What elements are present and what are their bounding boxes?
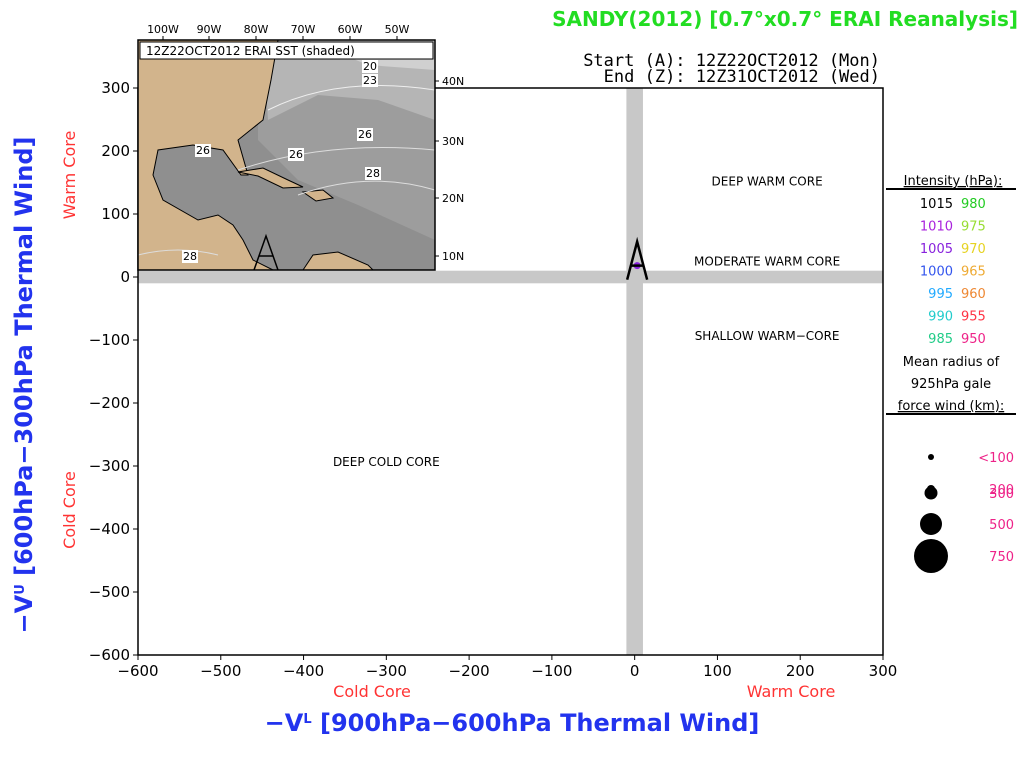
y-tick-label: 0 — [120, 268, 130, 286]
region-label: DEEP COLD CORE — [333, 455, 440, 469]
map-lat-label: 30N — [442, 135, 464, 148]
intensity-legend-item: 970 — [961, 242, 986, 257]
radius-legend-title: 925hPa gale — [911, 377, 991, 392]
intensity-legend-item: 1015 — [920, 197, 953, 212]
y-tick-label: 200 — [101, 142, 130, 160]
map-lat-label: 40N — [442, 75, 464, 88]
x-tick-label: −200 — [449, 662, 490, 680]
radius-legend-label: 500 — [989, 518, 1014, 533]
radius-legend-title: force wind (km): — [898, 399, 1004, 414]
radius-legend-dot — [928, 454, 934, 460]
end-label: End (Z): 12Z31OCT2012 (Wed) — [604, 67, 880, 87]
intensity-legend-item: 950 — [961, 332, 986, 347]
region-label: MODERATE WARM CORE — [694, 255, 840, 269]
x-tick-label: −400 — [283, 662, 324, 680]
radius-legend-label: 750 — [989, 550, 1014, 565]
x-warm-core-label: Warm Core — [747, 682, 836, 701]
region-label: SHALLOW WARM−CORE — [695, 329, 840, 343]
radius-legend-dot — [914, 539, 948, 573]
chart-title: SANDY(2012) [0.7°x0.7° ERAI Reanalysis] — [552, 7, 1018, 31]
x-tick-label: 100 — [703, 662, 732, 680]
contour-label: 20 — [363, 60, 377, 73]
intensity-legend-item: 965 — [961, 265, 986, 280]
y-tick-label: −200 — [89, 394, 130, 412]
y-tick-label: −600 — [89, 646, 130, 664]
map-lat-label: 10N — [442, 250, 464, 263]
region-label: DEEP WARM CORE — [712, 175, 823, 189]
radius-legend-label: 300 — [989, 487, 1014, 502]
intensity-legend-item: 980 — [961, 197, 986, 212]
map-lon-label: 70W — [291, 23, 316, 36]
x-tick-label: −600 — [117, 662, 158, 680]
y-cold-core-label: Cold Core — [60, 471, 79, 549]
intensity-legend-item: 955 — [961, 310, 986, 325]
x-tick-label: 200 — [786, 662, 815, 680]
cyclone-phase-chart: SANDY(2012) [0.7°x0.7° ERAI Reanalysis] … — [10, 7, 1018, 737]
x-tick-label: 0 — [630, 662, 640, 680]
legend: Intensity (hPa): 1015 980 1010 975 1005 970 100… — [886, 174, 1016, 573]
map-lon-label: 60W — [338, 23, 363, 36]
map-lon-label: 90W — [197, 23, 222, 36]
x-cold-core-label: Cold Core — [333, 682, 411, 701]
intensity-legend-item: 985 — [928, 332, 953, 347]
contour-label: 28 — [366, 167, 380, 180]
x-tick-label: 300 — [869, 662, 898, 680]
intensity-legend-item: 1005 — [920, 242, 953, 257]
radius-legend-dot — [924, 486, 938, 500]
zero-band-vertical — [626, 88, 643, 655]
intensity-legend-item: 975 — [961, 220, 986, 235]
y-axis-label: −VU [600hPa−300hPa Thermal Wind] — [10, 137, 38, 634]
intensity-legend-item: 995 — [928, 287, 953, 302]
intensity-legend-item: 1010 — [920, 220, 953, 235]
intensity-legend-item: 1000 — [920, 265, 953, 280]
map-lon-label: 100W — [147, 23, 179, 36]
y-tick-label: −400 — [89, 520, 130, 538]
intensity-legend-item: 960 — [961, 287, 986, 302]
radius-legend-dot — [920, 513, 942, 535]
intensity-legend-title: Intensity (hPa): — [904, 174, 1003, 189]
y-tick-label: −100 — [89, 331, 130, 349]
radius-legend-title: Mean radius of — [903, 355, 1000, 370]
intensity-legend-item: 990 — [928, 310, 953, 325]
contour-label: 28 — [183, 250, 197, 263]
x-tick-label: −500 — [200, 662, 241, 680]
map-title: 12Z22OCT2012 ERAI SST (shaded) — [146, 44, 355, 58]
y-tick-label: 300 — [101, 79, 130, 97]
contour-label: 26 — [289, 148, 303, 161]
y-tick-label: 100 — [101, 205, 130, 223]
y-tick-label: −500 — [89, 583, 130, 601]
map-lat-label: 20N — [442, 192, 464, 205]
contour-label: 26 — [358, 128, 372, 141]
map-lon-label: 50W — [385, 23, 410, 36]
map-lon-label: 80W — [244, 23, 269, 36]
radius-legend-label: <100 — [978, 451, 1014, 466]
x-tick-label: −300 — [366, 662, 407, 680]
inset-map: 2023 26 26 26 28 28 12Z22OCT2012 ERAI SST (sha… — [137, 23, 464, 271]
contour-label: 26 — [196, 144, 210, 157]
x-tick-label: −100 — [531, 662, 572, 680]
zero-band-horizontal — [138, 270, 883, 284]
y-warm-core-label: Warm Core — [60, 131, 79, 220]
contour-label: 23 — [363, 74, 377, 87]
y-tick-label: −300 — [89, 457, 130, 475]
x-axis-label: −VL [900hPa−600hPa Thermal Wind] — [265, 709, 760, 737]
